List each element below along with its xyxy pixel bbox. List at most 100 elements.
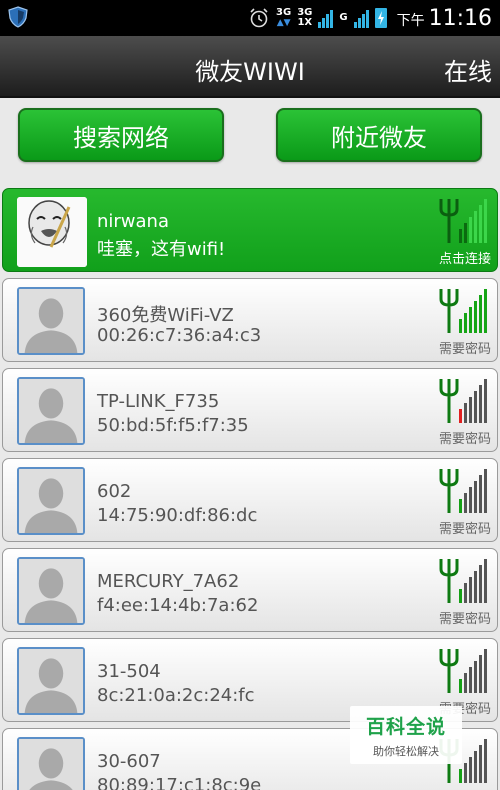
avatar — [17, 377, 85, 445]
status-bar: 3G ▲▼ 3G 1X G 下午 11:16 — [0, 0, 500, 36]
wifi-signal-icon — [439, 199, 487, 243]
network-detail: 14:75:90:df:86:dc — [97, 505, 258, 526]
signal-bar — [479, 655, 482, 693]
signal-bar — [459, 229, 462, 243]
meme-avatar-icon — [17, 197, 87, 267]
signal-bar — [469, 577, 472, 603]
signal-bar — [469, 667, 472, 693]
avatar — [17, 197, 87, 267]
default-avatar-icon — [19, 559, 83, 623]
nearby-friends-button[interactable]: 附近微友 — [276, 108, 482, 162]
network-detail: 哇塞，这有wifi! — [97, 239, 226, 260]
network-3g-indicator: 3G ▲▼ — [276, 7, 292, 29]
app-title: 微友WIWI — [195, 58, 305, 86]
network-name: 31-504 — [97, 661, 161, 682]
signal-bar — [484, 739, 487, 783]
watermark-title: 百科全说 — [365, 716, 446, 738]
watermark-subtitle: 助你轻松解决 — [373, 745, 439, 758]
signal-bar — [474, 751, 477, 783]
signal-bar — [459, 769, 462, 783]
signal-bar — [474, 661, 477, 693]
connection-status: 点击连接 — [438, 252, 491, 267]
signal-bar — [484, 199, 487, 243]
signal-bar — [474, 391, 477, 423]
signal-bar — [484, 289, 487, 333]
network-list-item[interactable]: 602 14:75:90:df:86:dc 需要密码 — [2, 458, 498, 542]
signal-bar — [474, 301, 477, 333]
signal-bar — [484, 649, 487, 693]
wifi-signal-icon — [439, 289, 487, 333]
network-g-indicator: G — [339, 12, 348, 23]
signal-bar — [479, 205, 482, 243]
signal-bar — [469, 397, 472, 423]
default-avatar-icon — [19, 289, 83, 353]
network-name: MERCURY_7A62 — [97, 571, 240, 592]
connection-status: 需要密码 — [438, 342, 491, 357]
signal-bar — [479, 385, 482, 423]
network-name: TP-LINK_F735 — [97, 391, 220, 412]
network-list-item[interactable]: TP-LINK_F735 50:bd:5f:f5:f7:35 需要密码 — [2, 368, 498, 452]
wifi-signal-icon — [439, 379, 487, 423]
cell-signal-icon — [318, 8, 334, 28]
signal-bar — [484, 469, 487, 513]
signal-bar — [484, 559, 487, 603]
network-list-item[interactable]: MERCURY_7A62 f4:ee:14:4b:7a:62 需要密码 — [2, 548, 498, 632]
avatar — [17, 647, 85, 715]
signal-bar — [474, 211, 477, 243]
signal-bar — [469, 487, 472, 513]
default-avatar-icon — [19, 469, 83, 533]
avatar — [17, 557, 85, 625]
search-network-button[interactable]: 搜索网络 — [18, 108, 224, 162]
signal-bar — [479, 565, 482, 603]
watermark-logo: 百科全说 助你轻松解决 — [350, 706, 462, 764]
network-name: 360免费WiFi-VZ — [97, 305, 234, 326]
network-list-item[interactable]: 360免费WiFi-VZ 00:26:c7:36:a4:c3 需要密码 — [2, 278, 498, 362]
cell-signal-2-icon — [353, 8, 369, 28]
network-name: 602 — [97, 481, 132, 502]
default-avatar-icon — [19, 379, 83, 443]
network-list-item[interactable]: nirwana 哇塞，这有wifi! 点击连接 — [2, 188, 498, 272]
signal-bar — [464, 493, 467, 513]
network-name: 30-607 — [97, 751, 161, 772]
network-detail: f4:ee:14:4b:7a:62 — [97, 595, 259, 616]
wifi-signal-icon — [439, 469, 487, 513]
shield-icon — [8, 6, 28, 28]
signal-bar — [464, 313, 467, 333]
signal-bar — [464, 583, 467, 603]
battery-icon — [374, 8, 387, 28]
network-detail: 50:bd:5f:f5:f7:35 — [97, 415, 249, 436]
wifi-signal-icon — [439, 559, 487, 603]
avatar — [17, 287, 85, 355]
network-name: nirwana — [97, 211, 169, 232]
signal-bar — [459, 589, 462, 603]
network-detail: 8c:21:0a:2c:24:fc — [97, 685, 255, 706]
clock: 下午 11:16 — [396, 5, 492, 31]
connection-status: 需要密码 — [438, 522, 491, 537]
signal-bar — [464, 403, 467, 423]
alarm-clock-icon — [250, 8, 268, 28]
default-avatar-icon — [19, 739, 83, 790]
network-detail: 80:89:17:c1:8c:9e — [97, 775, 262, 790]
network-3g-1x-indicator: 3G 1X — [297, 7, 313, 28]
title-bar: 微友WIWI 在线 — [0, 36, 500, 98]
connection-status: 需要密码 — [438, 432, 491, 447]
signal-bar — [469, 307, 472, 333]
signal-bar — [474, 571, 477, 603]
avatar — [17, 737, 85, 790]
default-avatar-icon — [19, 649, 83, 713]
signal-bar — [459, 679, 462, 693]
signal-bar — [479, 295, 482, 333]
signal-bar — [464, 763, 467, 783]
signal-bar — [459, 319, 462, 333]
signal-bar — [464, 223, 467, 243]
avatar — [17, 467, 85, 535]
signal-bar — [459, 499, 462, 513]
online-tab[interactable]: 在线 — [444, 52, 492, 87]
signal-bar — [479, 745, 482, 783]
network-detail: 00:26:c7:36:a4:c3 — [97, 325, 262, 346]
signal-bar — [474, 481, 477, 513]
connection-status: 需要密码 — [438, 612, 491, 627]
signal-bar — [464, 673, 467, 693]
signal-bar — [469, 217, 472, 243]
signal-bar — [469, 757, 472, 783]
